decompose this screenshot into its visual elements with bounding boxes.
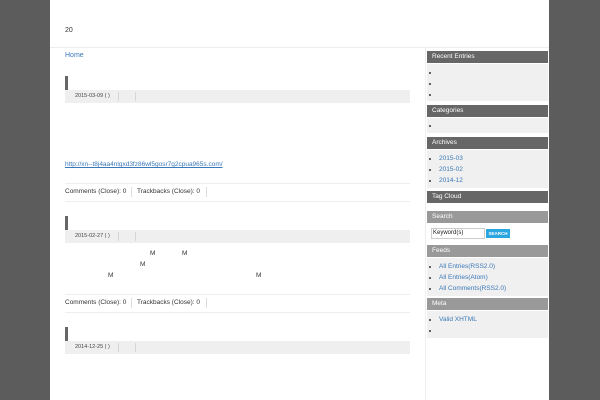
archive-link[interactable]: 2015-02 bbox=[439, 166, 463, 173]
entry-meta: 2014-12-25 ( ) bbox=[65, 341, 410, 354]
trackbacks-link[interactable]: Trackbacks (Close): 0 bbox=[137, 299, 200, 306]
comments-link[interactable]: Comments (Close): 0 bbox=[65, 188, 126, 195]
widget-title-categories: Categories bbox=[427, 105, 548, 117]
widget-categories bbox=[427, 118, 548, 133]
sidebar-divider bbox=[425, 47, 426, 400]
archive-link[interactable]: 2015-03 bbox=[439, 155, 463, 162]
comments-link[interactable]: Comments (Close): 0 bbox=[65, 299, 126, 306]
recent-entry-item[interactable] bbox=[439, 67, 548, 78]
recent-entry-item[interactable] bbox=[439, 78, 548, 89]
widget-title-archives: Archives bbox=[427, 137, 548, 149]
feed-link-comments[interactable]: All Comments(RSS2.0) bbox=[439, 285, 506, 292]
category-item[interactable] bbox=[439, 120, 548, 131]
breadcrumb-home[interactable]: Home bbox=[65, 52, 84, 59]
entry-body-char: M bbox=[150, 250, 156, 257]
footer-separator bbox=[131, 187, 132, 197]
widget-recent-entries bbox=[427, 64, 548, 101]
meta-separator bbox=[135, 92, 136, 101]
entry-body-char: M bbox=[256, 272, 262, 279]
meta-item[interactable] bbox=[439, 325, 548, 336]
footer-separator bbox=[206, 298, 207, 308]
widget-title-meta: Meta bbox=[427, 298, 548, 310]
entry-body-char: M bbox=[182, 250, 188, 257]
main-content: Home 2015-03-09 ( ) http://xn--t8j4aa4nl… bbox=[65, 47, 410, 400]
entry-body-char: M bbox=[108, 272, 114, 279]
entry-header: 2015-03-09 ( ) bbox=[65, 76, 410, 104]
widget-title-tag-cloud: Tag Cloud bbox=[427, 191, 548, 203]
search-input[interactable]: Keyword(s) bbox=[431, 228, 485, 239]
feed-link-rss[interactable]: All Entries(RSS2.0) bbox=[439, 263, 495, 270]
entry-link[interactable]: http://xn--t8j4aa4nlgxd3fz86wl5gosr7g2cp… bbox=[65, 161, 223, 168]
widget-title-search: Search bbox=[427, 211, 548, 223]
entry-body-char: M bbox=[140, 261, 146, 268]
recent-entry-item[interactable] bbox=[439, 89, 548, 100]
archive-link[interactable]: 2014-12 bbox=[439, 177, 463, 184]
entry-meta: 2015-03-09 ( ) bbox=[65, 90, 410, 103]
meta-separator bbox=[118, 343, 119, 352]
feed-link-atom[interactable]: All Entries(Atom) bbox=[439, 274, 488, 281]
entry-header: 2014-12-25 ( ) bbox=[65, 327, 410, 355]
search-button[interactable]: SEARCH bbox=[486, 229, 510, 238]
valid-xhtml-link[interactable]: Valid XHTML bbox=[439, 316, 477, 323]
widget-archives: 2015-03 2015-02 2014-12 bbox=[427, 150, 548, 188]
entry-date: 2015-03-09 ( ) bbox=[75, 93, 110, 99]
entry-date: 2015-02-27 ( ) bbox=[75, 233, 110, 239]
entry-footer: Comments (Close): 0 Trackbacks (Close): … bbox=[65, 183, 410, 202]
entry-meta: 2015-02-27 ( ) bbox=[65, 230, 410, 243]
meta-separator bbox=[118, 232, 119, 241]
page: 20 Home 2015-03-09 ( ) http://xn--t8j4aa… bbox=[50, 0, 549, 400]
entry-footer: Comments (Close): 0 Trackbacks (Close): … bbox=[65, 294, 410, 313]
widget-title-feeds: Feeds bbox=[427, 245, 548, 257]
meta-separator bbox=[135, 232, 136, 241]
footer-separator bbox=[131, 298, 132, 308]
widget-title-recent-entries: Recent Entries bbox=[427, 51, 548, 63]
footer-separator bbox=[206, 187, 207, 197]
site-title[interactable]: 20 bbox=[65, 27, 73, 34]
widget-search: Keyword(s) SEARCH bbox=[427, 224, 548, 241]
widget-meta: Valid XHTML bbox=[427, 311, 548, 338]
widget-feeds: All Entries(RSS2.0) All Entries(Atom) Al… bbox=[427, 258, 548, 296]
site-header: 20 bbox=[50, 0, 549, 48]
trackbacks-link[interactable]: Trackbacks (Close): 0 bbox=[137, 188, 200, 195]
entry-date: 2014-12-25 ( ) bbox=[75, 344, 110, 350]
meta-separator bbox=[135, 343, 136, 352]
entry-header: 2015-02-27 ( ) bbox=[65, 216, 410, 244]
meta-separator bbox=[118, 92, 119, 101]
